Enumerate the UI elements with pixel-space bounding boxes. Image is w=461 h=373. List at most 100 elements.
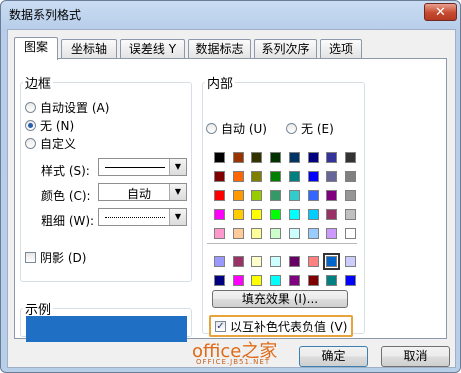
- area-heading: 内部: [205, 73, 236, 92]
- tab-data-labels[interactable]: 数据标志: [188, 39, 251, 58]
- ok-button[interactable]: 确定: [299, 346, 368, 367]
- color-swatch[interactable]: [307, 171, 319, 182]
- area-auto-radio[interactable]: 自动 (U): [206, 120, 267, 137]
- color-swatch[interactable]: [326, 152, 338, 163]
- palette-divider: [207, 243, 357, 244]
- color-swatch[interactable]: [326, 275, 338, 286]
- line-weight-preview: [105, 217, 165, 218]
- color-swatch[interactable]: [251, 275, 263, 286]
- close-button[interactable]: ✕: [424, 3, 457, 21]
- checkbox-box: [25, 252, 36, 263]
- color-swatch[interactable]: [307, 209, 319, 220]
- border-none-label: 无 (N): [40, 119, 75, 133]
- color-swatch[interactable]: [214, 152, 225, 163]
- fill-effects-button[interactable]: 填充效果 (I)...: [212, 290, 348, 308]
- color-swatch[interactable]: [251, 256, 263, 267]
- window-title: 数据系列格式: [9, 8, 82, 22]
- color-swatch[interactable]: [232, 275, 244, 286]
- color-swatch[interactable]: [270, 228, 282, 239]
- color-swatch[interactable]: [326, 209, 338, 220]
- color-swatch[interactable]: [270, 209, 282, 220]
- color-swatch[interactable]: [288, 275, 300, 286]
- color-swatch[interactable]: [344, 171, 356, 182]
- shadow-checkbox[interactable]: 阴影 (D): [25, 249, 86, 266]
- border-none-radio[interactable]: 无 (N): [25, 117, 74, 134]
- color-swatch[interactable]: [270, 190, 282, 201]
- color-swatch[interactable]: [344, 209, 356, 220]
- radio-circle-selected: [25, 120, 36, 131]
- color-swatch[interactable]: [344, 190, 356, 201]
- color-swatch[interactable]: [288, 209, 300, 220]
- color-swatch[interactable]: [288, 171, 300, 182]
- color-swatch[interactable]: [344, 256, 356, 267]
- color-swatch[interactable]: [288, 152, 300, 163]
- color-swatch[interactable]: [214, 275, 225, 286]
- color-swatch[interactable]: [288, 190, 300, 201]
- color-swatch[interactable]: [307, 275, 319, 286]
- color-swatch[interactable]: [214, 190, 225, 201]
- color-swatch[interactable]: [270, 275, 282, 286]
- color-swatch[interactable]: [214, 209, 225, 220]
- area-auto-label: 自动 (U): [221, 122, 267, 136]
- color-swatch[interactable]: [288, 256, 300, 267]
- color-swatch[interactable]: [232, 256, 244, 267]
- color-swatch[interactable]: [251, 190, 263, 201]
- color-swatch[interactable]: [232, 190, 244, 201]
- cancel-button[interactable]: 取消: [381, 346, 450, 367]
- tab-axis[interactable]: 坐标轴: [61, 39, 117, 58]
- color-swatch[interactable]: [344, 228, 356, 239]
- radio-circle: [206, 123, 217, 134]
- tab-options[interactable]: 选项: [320, 39, 362, 58]
- color-swatch[interactable]: [251, 152, 263, 163]
- color-swatch[interactable]: [326, 190, 338, 201]
- chevron-down-icon[interactable]: ▼: [169, 184, 186, 200]
- style-combo[interactable]: ▼: [98, 158, 187, 176]
- invert-negative-label: 以互补色代表负值 (V): [230, 319, 348, 334]
- color-swatch[interactable]: [214, 256, 225, 267]
- color-swatch[interactable]: [307, 256, 319, 267]
- tab-error-bars[interactable]: 误差线 Y: [120, 39, 185, 58]
- color-swatch[interactable]: [307, 228, 319, 239]
- color-swatch[interactable]: [307, 152, 319, 163]
- color-swatch[interactable]: [251, 228, 263, 239]
- radio-circle: [25, 102, 36, 113]
- color-swatch[interactable]: [232, 209, 244, 220]
- color-swatch[interactable]: [251, 209, 263, 220]
- color-swatch[interactable]: [288, 228, 300, 239]
- color-swatch[interactable]: [232, 171, 244, 182]
- border-custom-radio[interactable]: 自定义: [25, 135, 76, 152]
- color-swatch[interactable]: [344, 275, 356, 286]
- chevron-down-icon[interactable]: ▼: [169, 159, 186, 175]
- chevron-down-icon[interactable]: ▼: [169, 209, 186, 225]
- color-swatch[interactable]: [344, 152, 356, 163]
- checkbox-box-checked: ✓: [215, 320, 226, 332]
- tab-pattern[interactable]: 图案: [14, 37, 58, 60]
- dialog-client: 图案 坐标轴 误差线 Y 数据标志 系列次序 选项 边框 自动设置 (A) 无 …: [7, 29, 456, 368]
- sample-preview: [26, 316, 187, 342]
- border-heading: 边框: [23, 73, 54, 92]
- color-swatch[interactable]: [270, 256, 282, 267]
- dialog-window: 数据系列格式 ✕ 图案 坐标轴 误差线 Y 数据标志 系列次序 选项 边框 自动…: [0, 0, 461, 373]
- title-bar: 数据系列格式 ✕: [1, 1, 460, 27]
- color-swatch[interactable]: [323, 253, 341, 270]
- line-style-preview: [105, 167, 165, 168]
- color-combo[interactable]: 自动 ▼: [98, 183, 187, 201]
- color-swatch[interactable]: [307, 190, 319, 201]
- color-swatch[interactable]: [232, 152, 244, 163]
- color-label: 颜色 (C):: [41, 189, 91, 203]
- color-swatch[interactable]: [270, 152, 282, 163]
- shadow-label: 阴影 (D): [40, 251, 87, 265]
- color-swatch[interactable]: [326, 228, 338, 239]
- color-swatch[interactable]: [270, 171, 282, 182]
- color-swatch[interactable]: [251, 171, 263, 182]
- color-swatch[interactable]: [214, 228, 225, 239]
- area-none-radio[interactable]: 无 (E): [286, 120, 334, 137]
- color-swatch[interactable]: [214, 171, 225, 182]
- weight-combo[interactable]: ▼: [98, 208, 187, 226]
- border-auto-radio[interactable]: 自动设置 (A): [25, 99, 109, 116]
- radio-circle: [25, 138, 36, 149]
- invert-negative-checkbox[interactable]: ✓ 以互补色代表负值 (V): [209, 315, 354, 337]
- color-swatch[interactable]: [232, 228, 244, 239]
- tab-series-order[interactable]: 系列次序: [254, 39, 317, 58]
- color-swatch[interactable]: [326, 171, 338, 182]
